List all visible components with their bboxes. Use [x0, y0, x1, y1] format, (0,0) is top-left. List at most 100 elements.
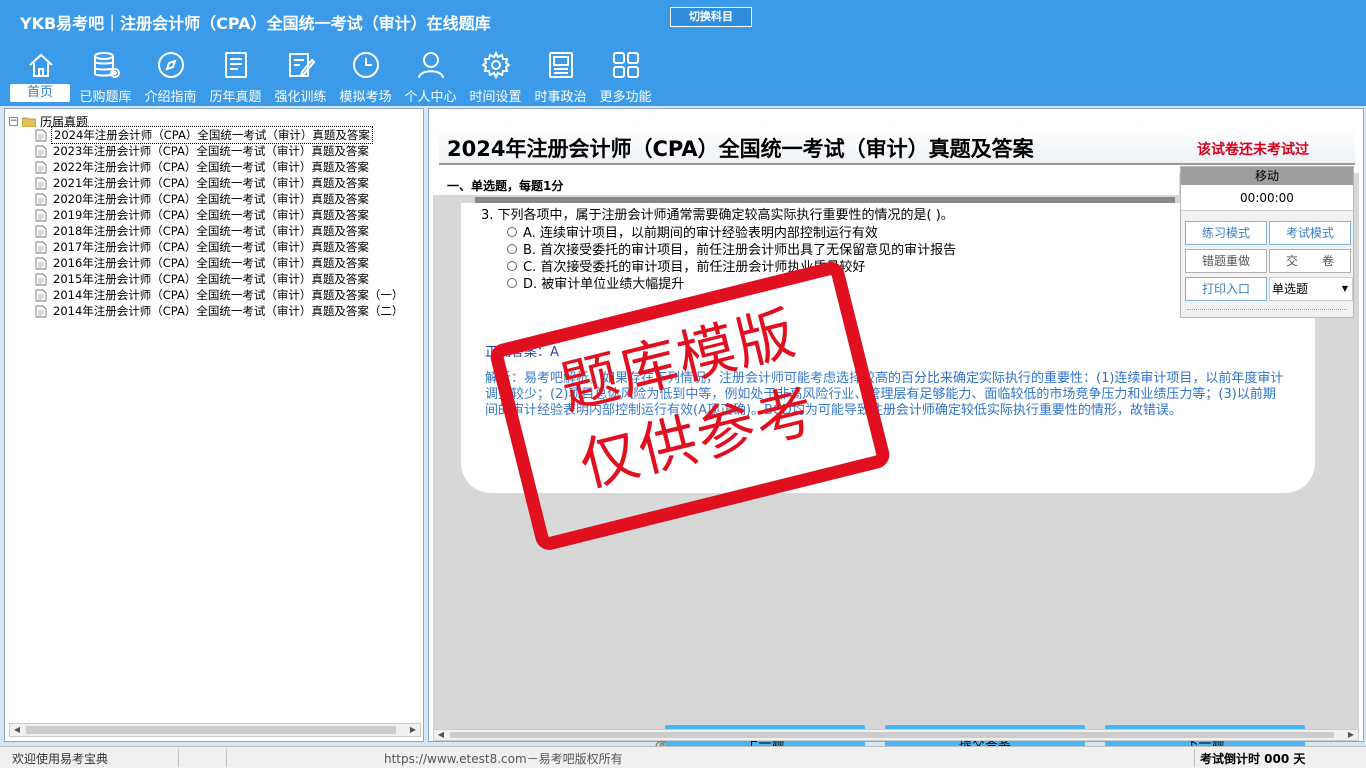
- nav-more-label: 更多功能: [599, 90, 652, 105]
- panel-footer-divider: [1187, 309, 1347, 315]
- compass-icon: [158, 52, 184, 78]
- option-d[interactable]: D. 被审计单位业绩大幅提升: [507, 274, 685, 292]
- section-header: 一、单选题，每题1分: [433, 173, 1179, 195]
- status-separator: [178, 749, 179, 767]
- option-d-label: D. 被审计单位业绩大幅提升: [523, 277, 685, 292]
- nav-home-label: 首页: [10, 84, 70, 102]
- question-type-value: 单选题: [1272, 282, 1309, 296]
- nav-mock-exam-label: 模拟考场: [339, 90, 392, 105]
- app-header: YKB易考吧｜注册会计师（CPA）全国统一考试（审计）在线题库 切换科目 首页 …: [0, 0, 1366, 106]
- status-countdown: 考试倒计时 000 天: [1200, 752, 1306, 766]
- scroll-thumb[interactable]: [26, 726, 396, 734]
- nav-purchased-label: 已购题库: [79, 90, 132, 105]
- paper-title: 2024年注册会计师（CPA）全国统一考试（审计）真题及答案: [447, 137, 1034, 161]
- document-icon: [35, 129, 47, 141]
- edit-icon: [289, 53, 316, 77]
- tree-item[interactable]: 2023年注册会计师（CPA）全国统一考试（审计）真题及答案: [35, 143, 425, 159]
- document-icon: [35, 305, 47, 317]
- clock-icon: [353, 52, 379, 78]
- option-b[interactable]: B. 首次接受委托的审计项目，前任注册会计师出具了无保留意见的审计报告: [507, 240, 956, 258]
- nav-training-label: 强化训练: [274, 90, 327, 105]
- radio-icon[interactable]: [507, 277, 517, 288]
- radio-icon[interactable]: [507, 226, 517, 237]
- tree-item-label: 2023年注册会计师（CPA）全国统一考试（审计）真题及答案: [53, 144, 369, 158]
- document-icon: [35, 273, 47, 285]
- gear-icon: [481, 50, 511, 80]
- scroll-left-icon[interactable]: ◀: [10, 724, 24, 736]
- paper-tree-panel: − 历届真题 2024年注册会计师（CPA）全国统一考试（审计）真题及答案 202…: [4, 108, 424, 742]
- tree-item[interactable]: 2022年注册会计师（CPA）全国统一考试（审计）真题及答案: [35, 159, 425, 175]
- nav-profile[interactable]: 个人中心: [398, 48, 463, 105]
- radio-icon[interactable]: [507, 243, 517, 254]
- document-icon: [35, 241, 47, 253]
- tree-horizontal-scrollbar[interactable]: ◀ ▶: [9, 723, 421, 737]
- print-button[interactable]: 打印入口: [1185, 277, 1267, 301]
- folder-icon: [22, 117, 36, 127]
- tree-item-label: 2018年注册会计师（CPA）全国统一考试（审计）真题及答案: [53, 224, 369, 238]
- nav-current-affairs-label: 时事政治: [534, 90, 587, 105]
- scroll-thumb[interactable]: [450, 732, 1334, 738]
- submit-paper-button[interactable]: 交 卷: [1269, 249, 1351, 273]
- document-icon: [35, 177, 47, 189]
- section-title: 一、单选题，每题1分: [447, 179, 564, 193]
- scroll-right-icon[interactable]: ▶: [1344, 730, 1358, 740]
- switch-subject-button[interactable]: 切换科目: [670, 7, 752, 27]
- chevron-down-icon: ▼: [1341, 284, 1348, 293]
- tree-item-label: 2024年注册会计师（CPA）全国统一考试（审计）真题及答案: [51, 126, 373, 144]
- nav-time-settings[interactable]: 时间设置: [463, 48, 528, 105]
- app-title: YKB易考吧｜注册会计师（CPA）全国统一考试（审计）在线题库: [20, 14, 491, 33]
- document-icon: [35, 225, 47, 237]
- nav-more[interactable]: 更多功能: [593, 48, 658, 105]
- option-a[interactable]: A. 连续审计项目，以前期间的审计经验表明内部控制运行有效: [507, 223, 878, 241]
- tree-item-label: 2020年注册会计师（CPA）全国统一考试（审计）真题及答案: [53, 192, 369, 206]
- tree-list: 2024年注册会计师（CPA）全国统一考试（审计）真题及答案 2023年注册会计师…: [35, 126, 425, 319]
- tree-item-label: 2021年注册会计师（CPA）全国统一考试（审计）真题及答案: [53, 176, 369, 190]
- nav-current-affairs[interactable]: 时事政治: [528, 48, 593, 105]
- document-icon: [35, 193, 47, 205]
- nav-past-papers[interactable]: 历年真题: [203, 48, 268, 105]
- content-horizontal-scrollbar[interactable]: ◀ ▶: [433, 729, 1359, 741]
- status-welcome: 欢迎使用易考宝典: [12, 752, 109, 766]
- nav-mock-exam[interactable]: 模拟考场: [333, 48, 398, 105]
- nav-past-papers-label: 历年真题: [209, 90, 262, 105]
- redo-wrong-button[interactable]: 错题重做: [1185, 249, 1267, 273]
- tree-item[interactable]: 2019年注册会计师（CPA）全国统一考试（审计）真题及答案: [35, 207, 425, 223]
- list-doc-icon: [225, 52, 247, 78]
- tree-item[interactable]: 2021年注册会计师（CPA）全国统一考试（审计）真题及答案: [35, 175, 425, 191]
- document-icon: [35, 145, 47, 157]
- tree-item-label: 2015年注册会计师（CPA）全国统一考试（审计）真题及答案: [53, 272, 369, 286]
- nav-guide[interactable]: 介绍指南: [138, 48, 203, 105]
- scroll-right-icon[interactable]: ▶: [406, 724, 420, 736]
- question-stem: 3. 下列各项中，属于注册会计师通常需要确定较高实际执行重要性的情况的是( )。: [481, 208, 954, 223]
- tree-item[interactable]: 2024年注册会计师（CPA）全国统一考试（审计）真题及答案: [35, 126, 425, 144]
- status-bar: 欢迎使用易考宝典 https://www.etest8.com－易考吧版权所有 …: [0, 746, 1366, 768]
- nav-purchased[interactable]: 已购题库: [73, 48, 138, 105]
- move-handle[interactable]: 移动: [1181, 167, 1353, 185]
- nav-home[interactable]: 首页: [8, 48, 73, 104]
- tree-item[interactable]: 2018年注册会计师（CPA）全国统一考试（审计）真题及答案: [35, 223, 425, 239]
- tree-item[interactable]: 2014年注册会计师（CPA）全国统一考试（审计）真题及答案（一）: [35, 287, 425, 303]
- tree-item[interactable]: 2020年注册会计师（CPA）全国统一考试（审计）真题及答案: [35, 191, 425, 207]
- question-type-select[interactable]: 单选题 ▼: [1269, 277, 1353, 301]
- collapse-toggle-icon[interactable]: −: [9, 116, 18, 126]
- exam-mode-button[interactable]: 考试模式: [1269, 221, 1351, 245]
- tree-item-label: 2016年注册会计师（CPA）全国统一考试（审计）真题及答案: [53, 256, 369, 270]
- tree-item[interactable]: 2015年注册会计师（CPA）全国统一考试（审计）真题及答案: [35, 271, 425, 287]
- database-icon: [94, 52, 120, 78]
- radio-icon[interactable]: [507, 260, 517, 271]
- nav-profile-label: 个人中心: [404, 90, 457, 105]
- scroll-left-icon[interactable]: ◀: [434, 730, 448, 740]
- tree-item[interactable]: 2014年注册会计师（CPA）全国统一考试（审计）真题及答案（二）: [35, 303, 425, 319]
- tree-item[interactable]: 2017年注册会计师（CPA）全国统一考试（审计）真题及答案: [35, 239, 425, 255]
- practice-mode-button[interactable]: 练习模式: [1185, 221, 1267, 245]
- grid-icon: [613, 52, 639, 78]
- newspaper-icon: [549, 52, 573, 78]
- exam-status-text: 该试卷还未考试过: [1197, 142, 1309, 158]
- main-nav: 首页 已购题库 介绍指南 历年真题 强化训练 模拟考场 个人中心 时间设置 时事…: [8, 48, 658, 105]
- status-separator: [1194, 749, 1195, 767]
- nav-guide-label: 介绍指南: [144, 90, 197, 105]
- tree-item[interactable]: 2016年注册会计师（CPA）全国统一考试（审计）真题及答案: [35, 255, 425, 271]
- document-icon: [35, 257, 47, 269]
- nav-training[interactable]: 强化训练: [268, 48, 333, 105]
- document-icon: [35, 289, 47, 301]
